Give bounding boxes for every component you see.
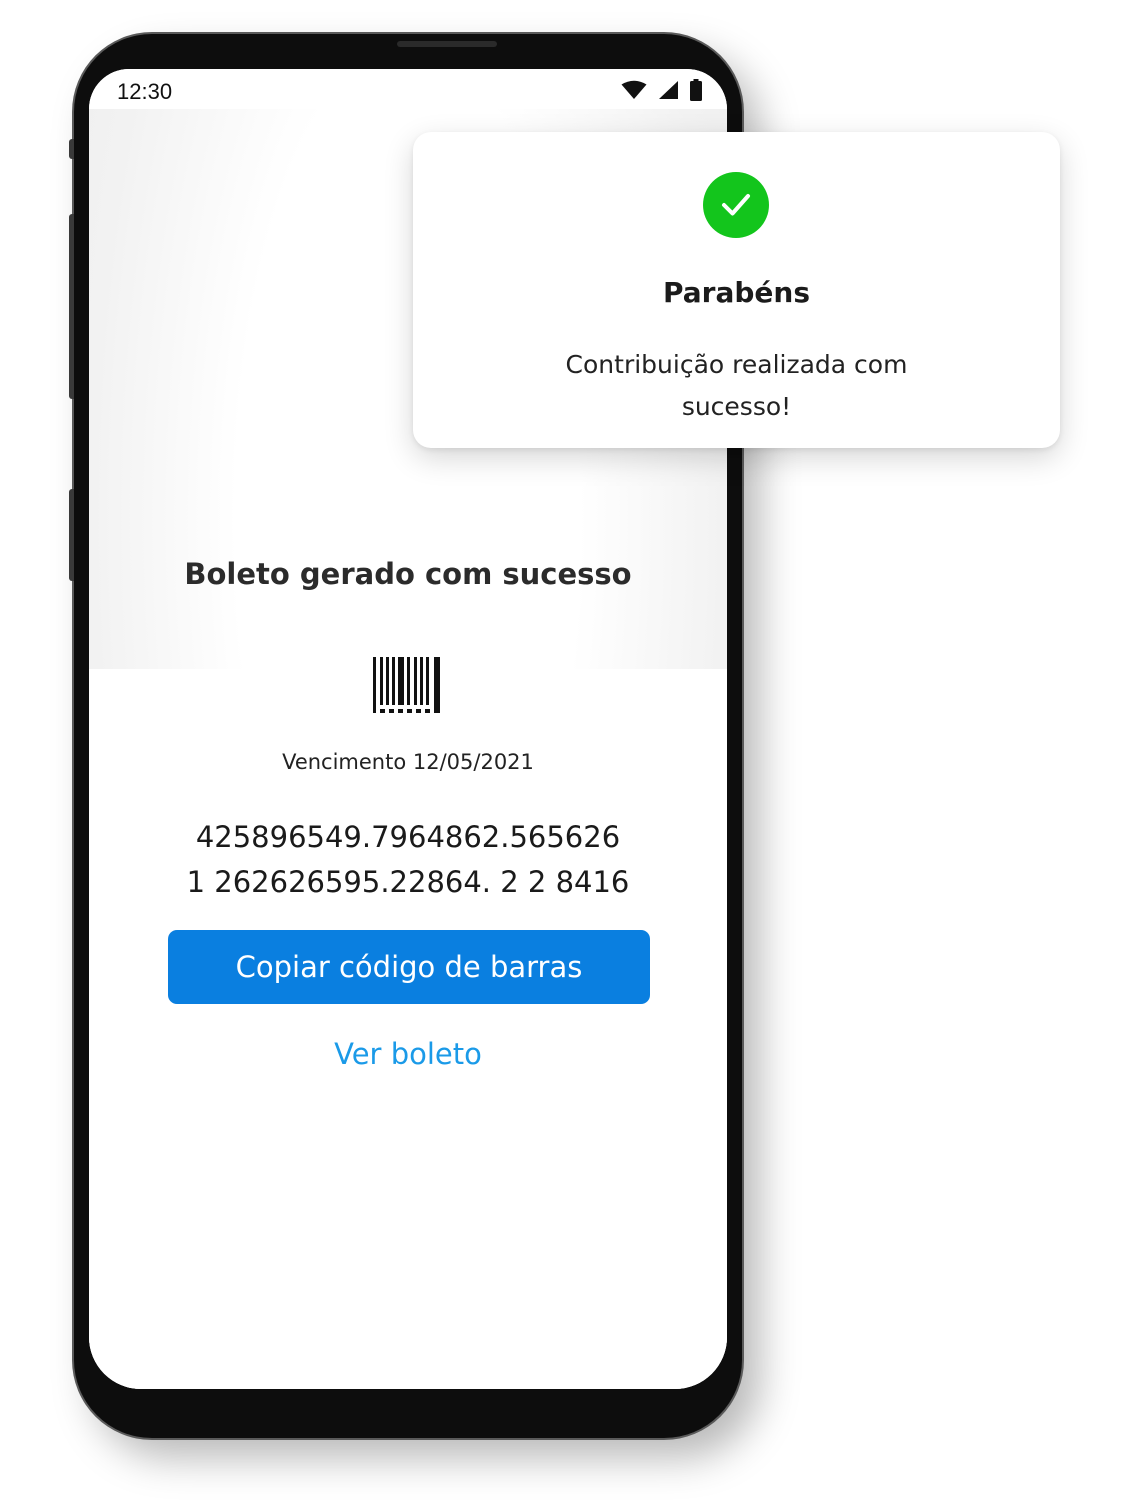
phone-power-button bbox=[69, 489, 74, 581]
phone-speaker bbox=[397, 41, 497, 47]
check-circle-icon bbox=[703, 172, 769, 238]
toast-message: Contribuição realizada com sucesso! bbox=[565, 350, 908, 421]
check-icon bbox=[722, 194, 750, 216]
phone-volume-button bbox=[69, 214, 74, 399]
due-date: Vencimento 12/05/2021 bbox=[282, 750, 534, 774]
status-time: 12:30 bbox=[117, 79, 173, 104]
barcode-number: 425896549.7964862.565626 1 262626595.228… bbox=[89, 815, 727, 905]
status-bar: 12:30 bbox=[89, 69, 727, 109]
content-bottom bbox=[89, 669, 727, 1389]
barcode-icon bbox=[373, 657, 440, 713]
mockup-stage: 12:30 Boleto gerado com sucesso Vencimen… bbox=[0, 0, 1147, 1500]
phone-side-button-top bbox=[69, 139, 74, 159]
wifi-icon bbox=[621, 80, 647, 99]
signal-icon bbox=[659, 81, 678, 99]
status-icons bbox=[621, 79, 703, 101]
toast-title: Parabéns bbox=[663, 276, 810, 309]
copy-barcode-button[interactable]: Copiar código de barras bbox=[168, 930, 650, 1004]
barcode-number-line-1: 425896549.7964862.565626 bbox=[195, 820, 621, 854]
success-toast: Parabéns Contribuição realizada com suce… bbox=[413, 132, 1060, 448]
page-title: Boleto gerado com sucesso bbox=[184, 557, 632, 591]
barcode-number-line-2: 1 262626595.22864. 2 2 8416 bbox=[186, 865, 630, 899]
battery-icon bbox=[690, 79, 702, 101]
view-boleto-link[interactable]: Ver boleto bbox=[89, 1037, 727, 1071]
